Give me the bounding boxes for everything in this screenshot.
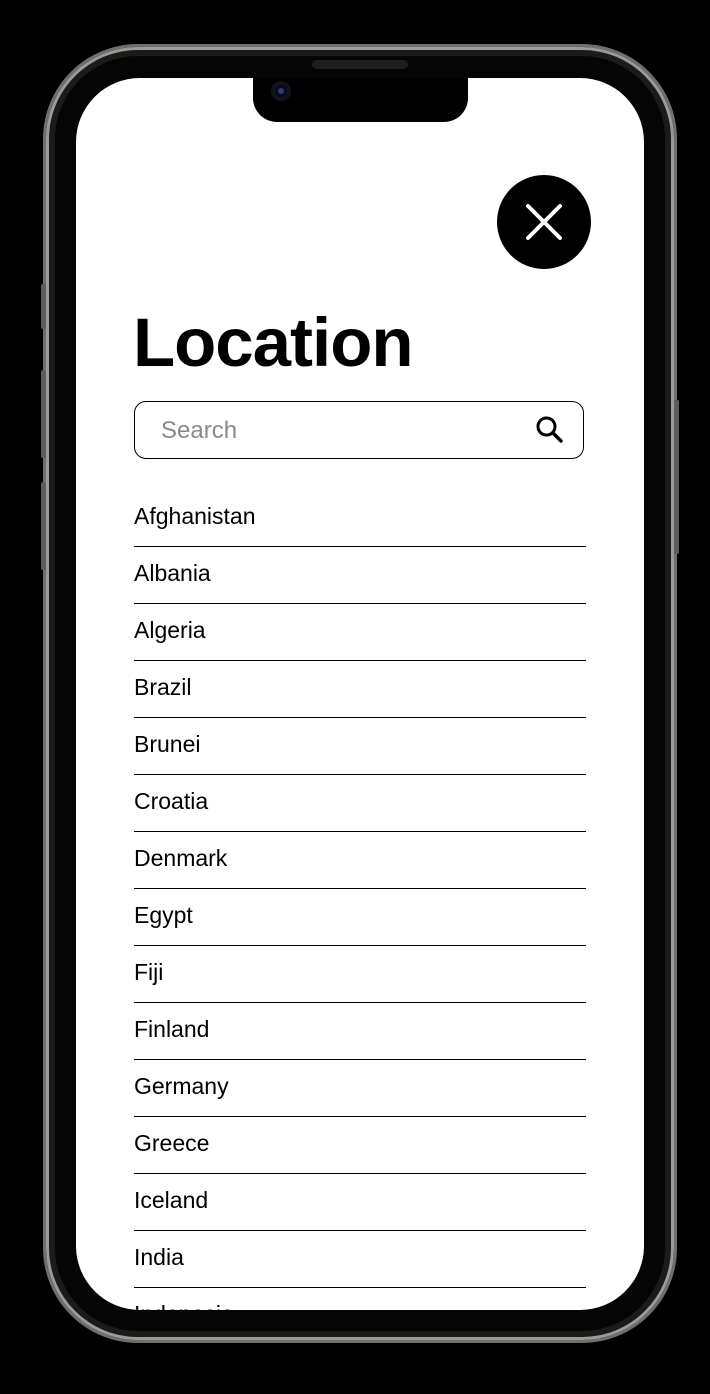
list-item-label: Fiji bbox=[134, 959, 164, 985]
close-button[interactable] bbox=[497, 175, 591, 269]
list-item-label: Croatia bbox=[134, 788, 209, 814]
list-item-label: Indonesia bbox=[134, 1301, 234, 1310]
list-item-label: Albania bbox=[134, 560, 211, 586]
list-item[interactable]: Iceland bbox=[134, 1174, 586, 1231]
list-item[interactable]: Brazil bbox=[134, 661, 586, 718]
list-item-label: Finland bbox=[134, 1016, 210, 1042]
list-item[interactable]: Greece bbox=[134, 1117, 586, 1174]
list-item[interactable]: Finland bbox=[134, 1003, 586, 1060]
power-button bbox=[674, 400, 679, 554]
list-item[interactable]: Brunei bbox=[134, 718, 586, 775]
list-item[interactable]: Indonesia bbox=[134, 1288, 586, 1310]
mute-switch bbox=[41, 284, 46, 329]
list-item-label: India bbox=[134, 1244, 184, 1270]
list-item[interactable]: India bbox=[134, 1231, 586, 1288]
list-item-label: Denmark bbox=[134, 845, 228, 871]
list-item-label: Germany bbox=[134, 1073, 229, 1099]
page-title: Location bbox=[133, 304, 413, 381]
list-item[interactable]: Algeria bbox=[134, 604, 586, 661]
country-list: Afghanistan Albania Algeria Brazil Brune… bbox=[134, 490, 586, 1310]
list-item-label: Brunei bbox=[134, 731, 201, 757]
close-icon bbox=[526, 204, 562, 240]
search-box[interactable] bbox=[134, 401, 584, 459]
volume-up-button bbox=[41, 370, 46, 458]
list-item[interactable]: Denmark bbox=[134, 832, 586, 889]
list-item[interactable]: Egypt bbox=[134, 889, 586, 946]
list-item[interactable]: Germany bbox=[134, 1060, 586, 1117]
list-item-label: Algeria bbox=[134, 617, 206, 643]
list-item[interactable]: Albania bbox=[134, 547, 586, 604]
list-item[interactable]: Afghanistan bbox=[134, 490, 586, 547]
search-input[interactable] bbox=[159, 402, 523, 459]
list-item-label: Greece bbox=[134, 1130, 210, 1156]
screen: Location Afghanistan Albania Algeria Bra… bbox=[76, 78, 644, 1310]
list-item-label: Brazil bbox=[134, 674, 192, 700]
list-item-label: Egypt bbox=[134, 902, 193, 928]
list-item-label: Iceland bbox=[134, 1187, 209, 1213]
search-icon[interactable] bbox=[535, 415, 565, 445]
volume-down-button bbox=[41, 482, 46, 570]
camera-icon bbox=[271, 81, 291, 101]
list-item-label: Afghanistan bbox=[134, 503, 256, 529]
list-item[interactable]: Fiji bbox=[134, 946, 586, 1003]
list-item[interactable]: Croatia bbox=[134, 775, 586, 832]
speaker-grille bbox=[312, 60, 408, 69]
